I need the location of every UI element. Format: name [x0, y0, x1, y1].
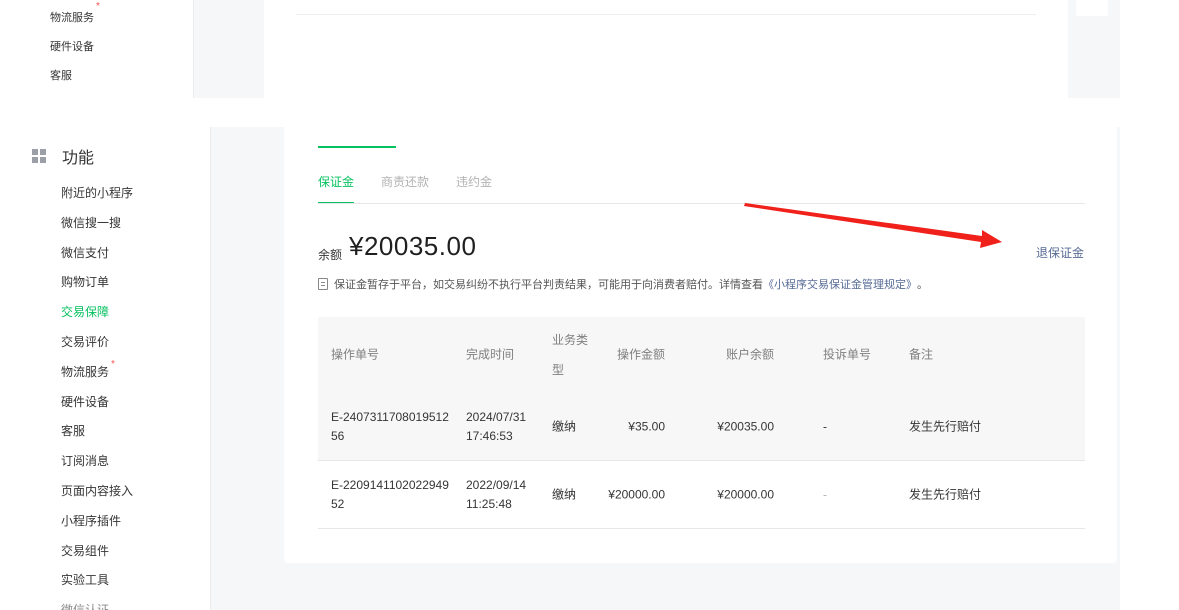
sidebar-item-customer-service[interactable]: 客服 [50, 67, 72, 83]
deposit-notice: 保证金暂存于平台，如交易纠纷不执行平台判责结果，可能用于向消费者赔付。详情查看 … [318, 276, 928, 292]
top-cropped-strip: 物流服务* 硬件设备 客服 [10, 0, 1120, 98]
rules-link[interactable]: 《小程序交易保证金管理规定》 [763, 276, 917, 292]
account-balance: ¥20035.00 [717, 419, 774, 433]
sidebar-item-shopping-orders[interactable]: 购物订单 [61, 268, 133, 298]
column-header: 操作金额 [616, 347, 665, 362]
completion-time: 2022/09/14 11:25:48 [466, 477, 527, 511]
sidebar-section-title: 功能 [62, 150, 95, 167]
remark: 发生先行赔付 [909, 419, 982, 433]
sidebar-item-experiment-tools[interactable]: 实验工具 [61, 566, 133, 596]
tab-penalty[interactable]: 违约金 [456, 173, 492, 204]
top-strip-sidebar: 物流服务* 硬件设备 客服 [10, 0, 194, 98]
required-dot: * [111, 358, 115, 370]
balance-value: ¥20035.00 [349, 231, 477, 261]
completion-time: 2024/07/31 17:46:53 [466, 409, 527, 443]
sidebar-item-trade-reviews[interactable]: 交易评价 [61, 328, 133, 358]
operation-amount: ¥20000.00 [608, 487, 665, 501]
remark: 发生先行赔付 [909, 487, 982, 501]
column-header: 备注 [909, 347, 934, 362]
top-strip-right-panel [1068, 0, 1120, 98]
table-row: E-240731170801951256 2024/07/31 17:46:53… [318, 393, 1085, 461]
withdraw-deposit-link[interactable]: 退保证金 [1036, 244, 1084, 261]
sidebar: 功能 附近的小程序 微信搜一搜 微信支付 购物订单 交易保障 交易评价 物流服务… [10, 127, 211, 610]
top-strip-card [264, 0, 1068, 98]
operation-id: E-220914110202294952 [331, 477, 449, 511]
sidebar-menu: 附近的小程序 微信搜一搜 微信支付 购物订单 交易保障 交易评价 物流服务* 硬… [61, 179, 133, 610]
divider [296, 14, 1036, 15]
sidebar-item-plugins[interactable]: 小程序插件 [61, 507, 133, 537]
sidebar-item-trade-components[interactable]: 交易组件 [61, 537, 133, 567]
sidebar-item-label: 客服 [50, 70, 72, 82]
sidebar-item-nearby-miniprogram[interactable]: 附近的小程序 [61, 179, 133, 209]
document-icon [318, 278, 328, 290]
tab-bar: 保证金 商责还款 违约金 [318, 173, 519, 204]
sidebar-item-wechat-verification[interactable]: 微信认证 [61, 596, 133, 610]
column-header: 完成时间 [466, 347, 515, 362]
sidebar-section-header: 功能 [32, 144, 94, 168]
sidebar-item-label: 硬件设备 [50, 41, 94, 53]
sidebar-item-hardware[interactable]: 硬件设备 [61, 388, 133, 418]
tab-merchant-repayment[interactable]: 商责还款 [381, 173, 429, 204]
operation-id: E-240731170801951256 [331, 409, 449, 443]
account-balance: ¥20000.00 [717, 487, 774, 501]
floating-widget[interactable] [1076, 0, 1108, 16]
column-header: 操作单号 [331, 347, 380, 362]
required-dot: * [96, 1, 100, 12]
sidebar-item-page-content[interactable]: 页面内容接入 [61, 477, 133, 507]
guarantee-card: 保证金 商责还款 违约金 余额 ¥20035.00 退保证金 保证金暂存于平台，… [284, 127, 1117, 563]
sidebar-item-trade-guarantee[interactable]: 交易保障 [61, 298, 133, 328]
sidebar-item-subscription-messages[interactable]: 订阅消息 [61, 447, 133, 477]
transactions-table: 操作单号 完成时间 业务类型 操作金额 账户余额 投诉单号 备注 E-24073… [318, 317, 1085, 529]
notice-suffix: 。 [917, 279, 928, 291]
sidebar-item-logistics[interactable]: 物流服务* [50, 1, 100, 25]
complaint-id: - [823, 487, 827, 501]
column-header: 投诉单号 [823, 347, 872, 362]
grid-icon [32, 149, 46, 163]
column-header: 账户余额 [725, 347, 774, 362]
table-row: E-220914110202294952 2022/09/14 11:25:48… [318, 461, 1085, 529]
sidebar-item-logistics[interactable]: 物流服务* [61, 358, 133, 388]
balance-label: 余额 [318, 248, 343, 262]
sidebar-item-label: 物流服务 [50, 12, 94, 24]
sidebar-item-customer-service[interactable]: 客服 [61, 417, 133, 447]
tab-divider [318, 203, 1085, 204]
operation-amount: ¥35.00 [628, 419, 665, 433]
sidebar-item-wechat-pay[interactable]: 微信支付 [61, 239, 133, 269]
sidebar-item-label: 物流服务 [61, 364, 110, 379]
notice-text: 保证金暂存于平台，如交易纠纷不执行平台判责结果，可能用于向消费者赔付。详情查看 [334, 279, 763, 291]
active-tab-indicator [318, 146, 396, 148]
sidebar-item-wechat-search[interactable]: 微信搜一搜 [61, 209, 133, 239]
main-area: 功能 附近的小程序 微信搜一搜 微信支付 购物订单 交易保障 交易评价 物流服务… [10, 127, 1120, 610]
sidebar-item-hardware[interactable]: 硬件设备 [50, 38, 94, 54]
complaint-id: - [823, 419, 827, 433]
tab-deposit[interactable]: 保证金 [318, 173, 355, 204]
table-header: 操作单号 完成时间 业务类型 操作金额 账户余额 投诉单号 备注 [318, 317, 1085, 393]
